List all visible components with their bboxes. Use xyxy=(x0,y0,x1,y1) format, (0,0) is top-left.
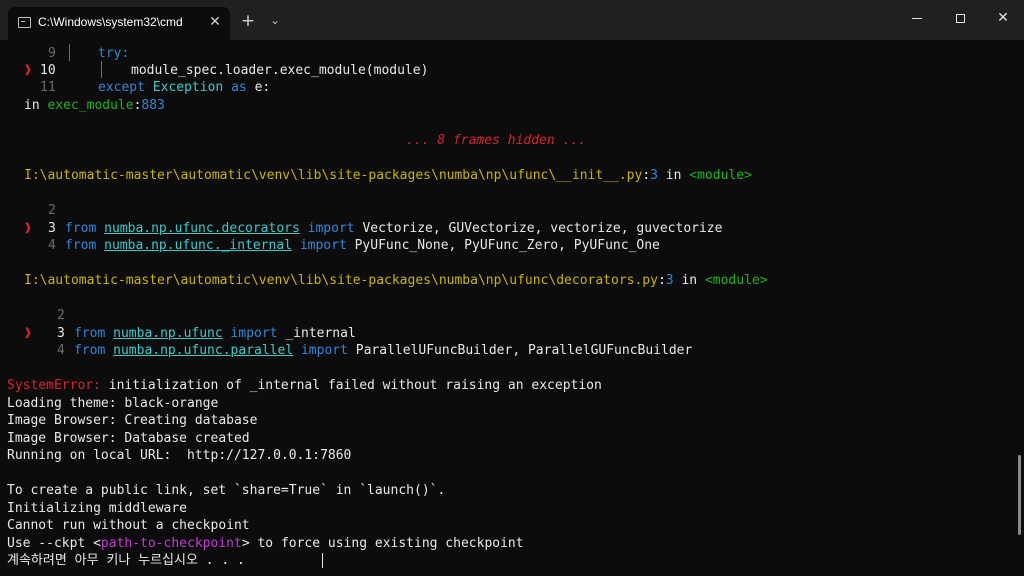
code-keyword: from xyxy=(74,326,106,341)
error-message: initialization of _internal failed witho… xyxy=(108,378,602,393)
code-keyword: as xyxy=(231,80,247,95)
code-text: e: xyxy=(254,80,271,95)
line-number: 2 xyxy=(57,308,65,323)
gutter-bar xyxy=(69,44,70,61)
output-line: Use --ckpt <path-to-checkpoint> to force… xyxy=(7,535,524,552)
module-link[interactable]: numba.np.ufunc.parallel xyxy=(113,343,293,358)
line-number: 2 xyxy=(48,203,56,218)
error-marker-icon: ❱ xyxy=(24,326,32,341)
frame-path-decorators: I:\automatic-master\automatic\venv\lib\s… xyxy=(24,272,768,289)
output-line: Initializing middleware xyxy=(7,501,188,516)
tab-close-icon[interactable]: ✕ xyxy=(207,13,223,31)
code-keyword: from xyxy=(74,343,106,358)
separator: : xyxy=(657,273,666,288)
line-number: 9 xyxy=(48,46,56,61)
code-keyword: import xyxy=(300,343,348,358)
line-number: 3 xyxy=(48,221,56,236)
chevron-down-icon[interactable]: ⌄ xyxy=(265,12,285,30)
text-cursor xyxy=(322,553,323,568)
line-number: 883 xyxy=(141,98,165,113)
output-line: Loading theme: black-orange xyxy=(7,396,219,411)
error-marker-icon: ❱ xyxy=(24,221,32,236)
output-line: Image Browser: Database created xyxy=(7,431,250,446)
line-number: 4 xyxy=(57,343,65,358)
module-link[interactable]: numba.np.ufunc xyxy=(113,326,223,341)
output-line: To create a public link, set `share=True… xyxy=(7,483,446,498)
terminal-icon xyxy=(18,17,31,28)
argument-placeholder: path-to-checkpoint xyxy=(100,536,242,551)
error-marker-icon: ❱ xyxy=(24,63,32,78)
vertical-scrollbar[interactable] xyxy=(1018,455,1021,535)
code-text: try: xyxy=(98,46,130,61)
output-line: Cannot run without a checkpoint xyxy=(7,518,250,533)
line-number: 4 xyxy=(48,238,56,253)
code-keyword: from xyxy=(65,238,97,253)
close-button[interactable]: ✕ xyxy=(982,0,1024,36)
frame-path-init: I:\automatic-master\automatic\venv\lib\s… xyxy=(24,167,752,184)
hidden-frames-note: ... 8 frames hidden ... xyxy=(406,133,587,148)
in-label: in xyxy=(24,98,40,113)
code-text: PyUFunc_None, PyUFunc_Zero, PyUFunc_One xyxy=(354,238,660,253)
error-line: SystemError: initialization of _internal… xyxy=(7,377,602,394)
code-keyword: from xyxy=(65,221,97,236)
minimize-button[interactable] xyxy=(896,0,938,36)
line-number: 3 xyxy=(665,273,674,288)
in-label: in xyxy=(681,273,698,288)
code-keyword: import xyxy=(230,326,278,341)
module-link[interactable]: numba.np.ufunc._internal xyxy=(104,238,292,253)
tab-cmd[interactable]: C:\Windows\system32\cmd ✕ xyxy=(8,7,230,40)
code-text: _internal xyxy=(285,326,356,341)
maximize-button[interactable] xyxy=(939,0,981,36)
module-link[interactable]: numba.np.ufunc.decorators xyxy=(104,221,300,236)
gutter-bar xyxy=(101,61,102,78)
output-text: Use --ckpt < xyxy=(7,536,101,551)
code-keyword: import xyxy=(299,238,347,253)
module-name: <module> xyxy=(689,168,752,183)
title-bar: C:\Windows\system32\cmd ✕ + ⌄ ✕ xyxy=(0,0,1024,40)
code-keyword: import xyxy=(307,221,355,236)
minimize-icon xyxy=(912,17,922,19)
code-keyword: except xyxy=(98,80,145,95)
file-path: I:\automatic-master\automatic\venv\lib\s… xyxy=(24,273,658,288)
output-line: Running on local URL: http://127.0.0.1:7… xyxy=(7,448,352,463)
terminal-output[interactable]: 9 try: ❱ 10 module_spec.loader.exec_module(… xyxy=(0,40,1024,576)
tab-title: C:\Windows\system32\cmd xyxy=(38,15,183,29)
code-class: Exception xyxy=(152,80,224,95)
line-number: 10 xyxy=(40,63,56,78)
in-label: in xyxy=(665,168,682,183)
output-text: > to force using existing checkpoint xyxy=(241,536,524,551)
line-number: 3 xyxy=(57,326,65,341)
maximize-icon xyxy=(955,13,965,23)
separator: : xyxy=(642,168,651,183)
file-path: I:\automatic-master\automatic\venv\lib\s… xyxy=(24,168,643,183)
code-text: Vectorize, GUVectorize, vectorize, guvec… xyxy=(362,221,723,236)
module-name: <module> xyxy=(704,273,768,288)
output-line: Image Browser: Creating database xyxy=(7,413,258,428)
line-number: 11 xyxy=(40,80,56,95)
new-tab-button[interactable]: + xyxy=(238,12,258,30)
code-text: ParallelUFuncBuilder, ParallelGUFuncBuil… xyxy=(355,343,693,358)
code-text: module_spec.loader.exec_module(module) xyxy=(131,63,429,78)
line-number: 3 xyxy=(650,168,658,183)
pause-prompt: 계속하려면 아무 키나 누르십시오 . . . xyxy=(7,553,245,568)
function-name: exec_module xyxy=(47,98,134,113)
error-label: SystemError: xyxy=(7,378,101,393)
